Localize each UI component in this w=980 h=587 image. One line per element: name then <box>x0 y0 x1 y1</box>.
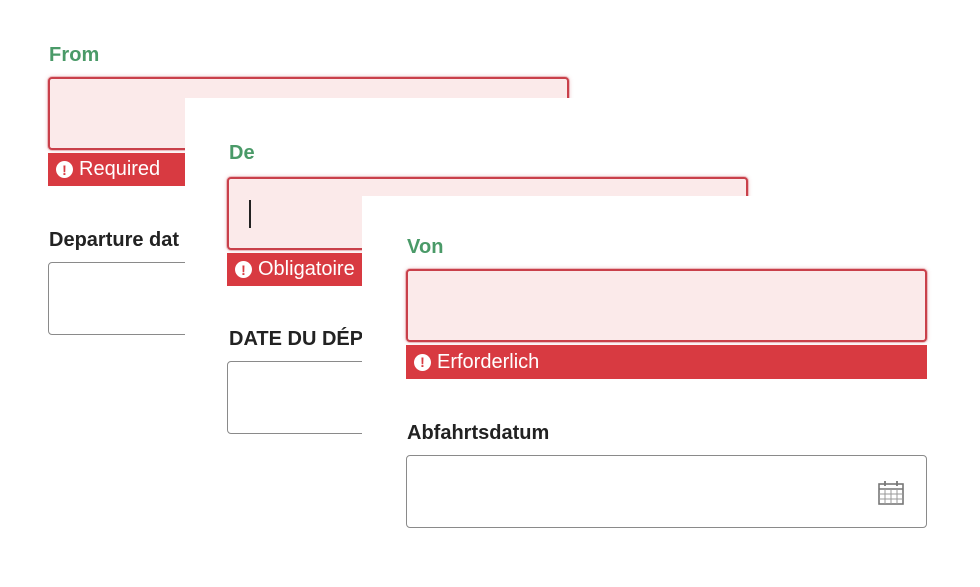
error-text: Required <box>79 158 161 180</box>
from-input[interactable] <box>406 269 927 342</box>
calendar-icon[interactable] <box>877 480 905 506</box>
error-text: Erforderlich <box>437 350 540 373</box>
form-panel-german: Von ! Erforderlich Abfahrtsdatum <box>362 196 980 587</box>
from-error-message: ! Erforderlich <box>406 345 927 379</box>
exclamation-circle-icon: ! <box>414 353 431 371</box>
text-cursor <box>249 200 251 228</box>
departure-date-label: Abfahrtsdatum <box>407 422 550 444</box>
exclamation-circle-icon: ! <box>235 261 252 278</box>
departure-date-label: DATE DU DÉP <box>229 328 364 350</box>
from-label: De <box>229 142 255 164</box>
from-label: From <box>49 44 100 66</box>
error-text: Obligatoire <box>258 258 355 280</box>
exclamation-circle-icon: ! <box>56 161 73 178</box>
departure-date-input[interactable] <box>406 455 927 528</box>
from-label: Von <box>407 236 444 258</box>
departure-date-label: Departure dat <box>49 229 180 251</box>
